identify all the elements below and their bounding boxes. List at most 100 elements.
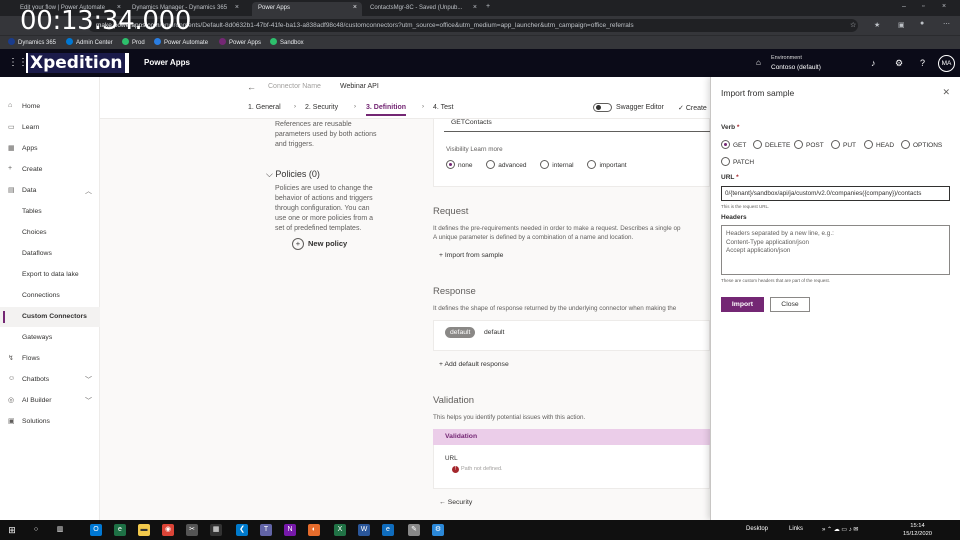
url-input[interactable]: 0/{tenant}/sandbox/api/ja/custom/v2.0/co… <box>721 186 950 201</box>
snipping-icon[interactable]: ✂ <box>186 524 198 536</box>
step-definition[interactable]: 3. Definition <box>366 104 407 116</box>
chrome-icon[interactable]: ◉ <box>162 524 174 536</box>
verb-get[interactable]: GET <box>721 140 746 149</box>
nav-item-create[interactable]: + Create <box>0 160 100 180</box>
close-button[interactable]: Close <box>770 297 810 312</box>
star-icon[interactable]: ☆ <box>850 21 856 29</box>
chevron-up-icon[interactable]: ︿ <box>85 186 92 196</box>
nav-item-choices[interactable]: Choices <box>0 223 100 243</box>
browser-tab[interactable]: ContactsMgr-8C - Saved (Unpub... × <box>364 2 482 16</box>
operation-id-input[interactable]: GETContacts <box>444 119 710 132</box>
nav-item-connections[interactable]: Connections <box>0 286 100 306</box>
bell-icon[interactable]: ♪ <box>871 58 876 68</box>
visibility-none[interactable]: none <box>446 160 472 169</box>
step-test[interactable]: 4. Test <box>433 104 454 111</box>
verb-put[interactable]: PUT <box>831 140 856 149</box>
chevron-down-icon[interactable]: ﹀ <box>85 396 92 406</box>
url-field[interactable]: make.powerapps.com/environments/Default-… <box>88 19 858 32</box>
chevron-down-icon[interactable]: ﹀ <box>85 375 92 385</box>
nav-item-gateways[interactable]: Gateways <box>0 328 100 348</box>
app-launcher-icon[interactable]: ⋮⋮ <box>8 58 28 68</box>
nav-item-flows[interactable]: ↯ Flows <box>0 349 100 369</box>
task-view-icon[interactable]: ▥ <box>54 524 66 536</box>
desktop-toolbar[interactable]: Desktop <box>746 526 768 532</box>
response-default-tag[interactable]: default <box>445 327 476 338</box>
notepad-icon[interactable]: ✎ <box>408 524 420 536</box>
nav-item-chatbots[interactable]: ☺ Chatbots ﹀ <box>0 370 100 390</box>
close-icon[interactable]: × <box>235 4 239 11</box>
bookmark-item[interactable]: Prod <box>122 38 145 46</box>
verb-post[interactable]: POST <box>794 140 824 149</box>
bookmark-item[interactable]: Admin Center <box>66 38 113 46</box>
close-icon[interactable]: × <box>473 4 477 11</box>
verb-options[interactable]: OPTIONS <box>901 140 942 149</box>
nav-item-apps[interactable]: ▦ Apps <box>0 139 100 159</box>
bookmark-item[interactable]: Power Automate <box>154 38 208 46</box>
nav-item-dataflows[interactable]: Dataflows <box>0 244 100 264</box>
edge-icon[interactable]: e <box>382 524 394 536</box>
bookmark-item[interactable]: Power Apps <box>219 38 261 46</box>
verb-delete[interactable]: DELETE <box>753 140 790 149</box>
system-clock[interactable]: 15:14 15/12/2020 <box>903 522 932 538</box>
close-icon[interactable]: ✕ <box>942 87 950 98</box>
create-connector-button[interactable]: ✓ Create <box>678 104 707 112</box>
step-general[interactable]: 1. General <box>248 104 281 111</box>
bookmark-item[interactable]: Dynamics 365 <box>8 38 56 46</box>
nav-item-data[interactable]: ▤ Data ︿ <box>0 181 100 201</box>
app-name[interactable]: Power Apps <box>144 58 190 67</box>
verb-head[interactable]: HEAD <box>864 140 894 149</box>
nav-item-tables[interactable]: Tables <box>0 202 100 222</box>
nav-item-solutions[interactable]: ▣ Solutions <box>0 412 100 432</box>
verb-patch[interactable]: PATCH <box>721 157 754 166</box>
profile-icon[interactable]: ● <box>920 20 924 27</box>
gear-icon[interactable]: ⚙ <box>895 58 903 69</box>
edge-icon[interactable]: e <box>114 524 126 536</box>
app-icon[interactable]: ◐ <box>308 524 320 536</box>
excel-icon[interactable]: X <box>334 524 346 536</box>
policies-header[interactable]: ⌵ Policies (0) <box>266 169 320 180</box>
more-icon[interactable]: ⋯ <box>943 20 950 28</box>
vscode-icon[interactable]: ❮ <box>236 524 248 536</box>
windows-start-icon[interactable]: ⊞ <box>6 524 18 536</box>
tray-icons[interactable]: » ⌃ ☁ ▭ ♪ ✉ <box>822 526 858 533</box>
nav-item-home[interactable]: ⌂ Home <box>0 97 100 117</box>
maximize-icon[interactable]: ▫ <box>922 3 924 10</box>
collections-icon[interactable]: ▣ <box>898 21 905 29</box>
nav-item-learn[interactable]: ▭ Learn <box>0 118 100 138</box>
connector-name-value[interactable]: Webinar API <box>340 83 379 90</box>
nav-item-export-to-data-lake[interactable]: Export to data lake <box>0 265 100 285</box>
browser-tab-active[interactable]: Power Apps × <box>252 2 362 16</box>
add-default-response-button[interactable]: + Add default response <box>439 361 509 368</box>
visibility-advanced[interactable]: advanced <box>486 160 526 169</box>
onenote-icon[interactable]: N <box>284 524 296 536</box>
close-icon[interactable]: × <box>353 4 357 11</box>
nav-item-custom-connectors[interactable]: Custom Connectors <box>0 307 100 327</box>
visibility-internal[interactable]: internal <box>540 160 574 169</box>
step-security[interactable]: 2. Security <box>305 104 338 111</box>
new-policy-button[interactable]: + New policy <box>292 238 347 250</box>
teams-icon[interactable]: T <box>260 524 272 536</box>
app-icon[interactable]: ▦ <box>210 524 222 536</box>
settings-app-icon[interactable]: ⚙ <box>432 524 444 536</box>
new-tab-icon[interactable]: + <box>486 3 490 10</box>
environment-picker[interactable]: Environment Contoso (default) <box>771 54 821 72</box>
import-from-sample-button[interactable]: + Import from sample <box>439 252 503 259</box>
help-icon[interactable]: ? <box>920 58 925 68</box>
links-toolbar[interactable]: Links <box>789 526 803 532</box>
outlook-icon[interactable]: O <box>90 524 102 536</box>
import-button[interactable]: Import <box>721 297 764 312</box>
nav-item-ai-builder[interactable]: ◎ AI Builder ﹀ <box>0 391 100 411</box>
search-icon[interactable]: ○ <box>30 524 42 536</box>
visibility-important[interactable]: important <box>587 160 627 169</box>
minimize-icon[interactable]: – <box>902 3 906 10</box>
bookmark-item[interactable]: Sandbox <box>270 38 304 46</box>
favorites-icon[interactable]: ★ <box>874 21 880 29</box>
file-explorer-icon[interactable]: ▬ <box>138 524 150 536</box>
back-to-security-button[interactable]: ← Security <box>439 499 472 506</box>
swagger-editor-toggle[interactable] <box>593 103 612 112</box>
word-icon[interactable]: W <box>358 524 370 536</box>
back-arrow-icon[interactable]: ← <box>247 82 256 92</box>
headers-textarea[interactable]: Headers separated by a new line, e.g.: C… <box>721 225 950 275</box>
avatar[interactable]: MA <box>938 55 955 72</box>
window-close-icon[interactable]: × <box>942 3 946 10</box>
